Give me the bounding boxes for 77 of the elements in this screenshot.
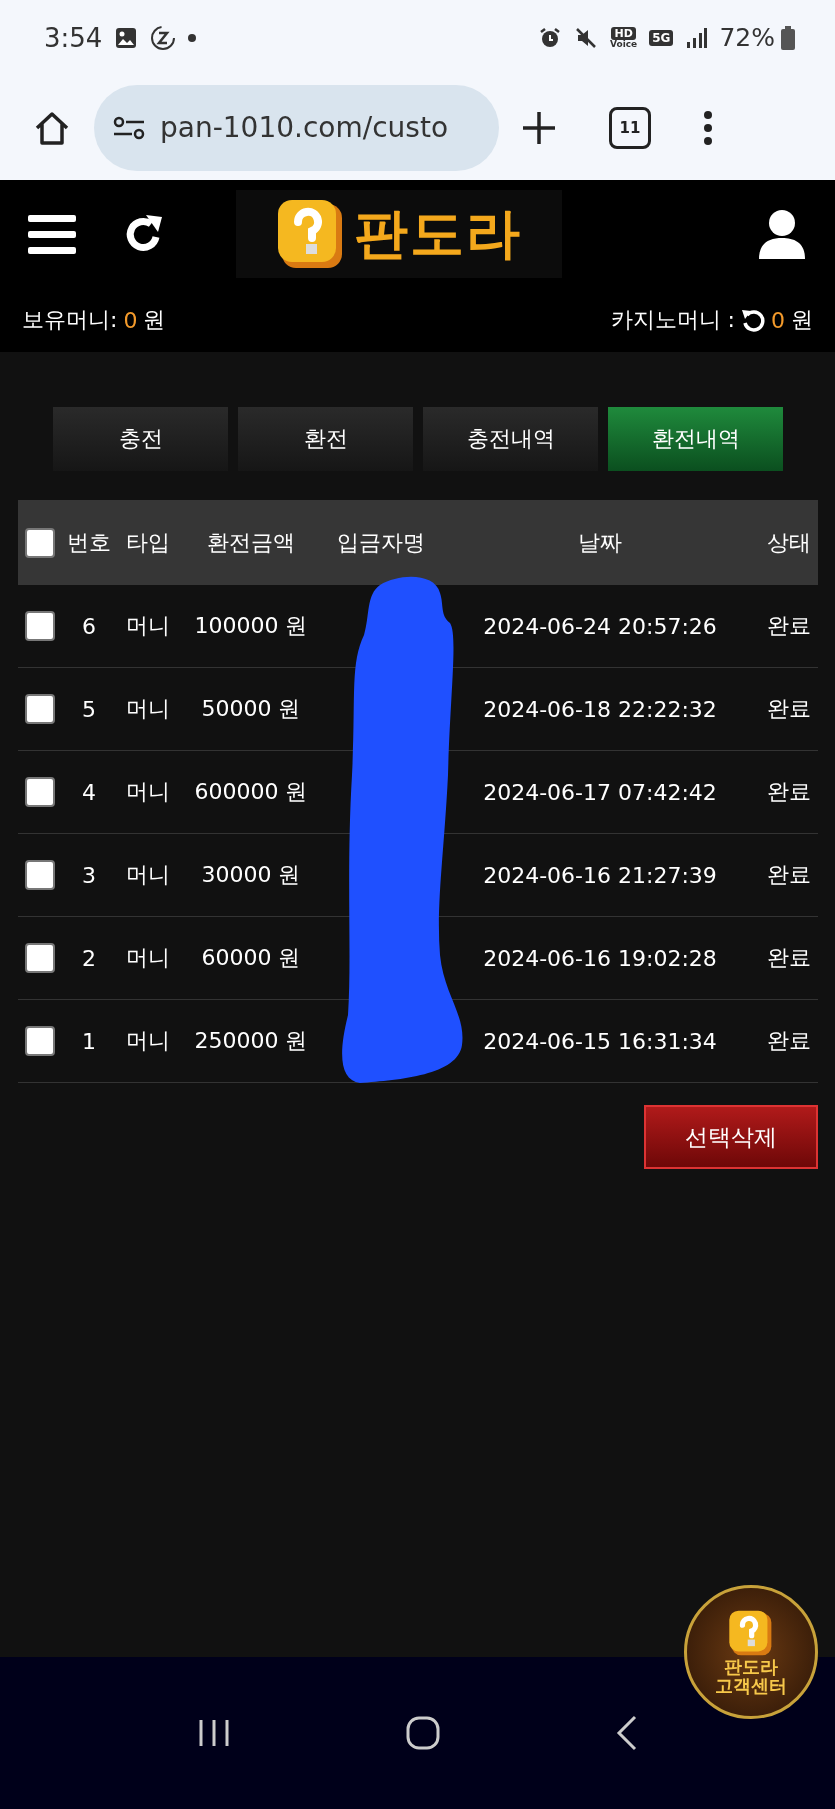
tab[interactable]: 충전 — [53, 407, 228, 471]
signal-icon — [685, 26, 708, 49]
column-header: 번호 — [67, 528, 111, 557]
row-checkbox[interactable] — [25, 860, 55, 890]
table-cell: 2024-06-17 07:42:42 — [483, 779, 717, 805]
table-cell: 2024-06-18 22:22:32 — [483, 696, 717, 722]
holding-money-label: 보유머니: — [22, 306, 118, 334]
z-icon — [150, 24, 177, 51]
column-header: 상태 — [767, 528, 811, 557]
table-cell-text: 완료 — [767, 612, 811, 640]
status-time: 3:54 — [44, 22, 103, 53]
table-cell: 2024-06-15 16:31:34 — [483, 1028, 717, 1054]
table-cell: 2024-06-24 20:57:26 — [483, 613, 717, 639]
delete-selected-button[interactable]: 선택삭제 — [644, 1105, 818, 1169]
row-checkbox[interactable] — [25, 611, 55, 641]
table-cell-text: 50000 원 — [201, 695, 301, 723]
network-type: 5G — [649, 29, 674, 46]
user-icon[interactable] — [757, 209, 807, 259]
tab[interactable]: 환전내역 — [608, 407, 783, 471]
table-cell-text: 60000 원 — [201, 944, 301, 972]
tab[interactable]: 충전내역 — [423, 407, 598, 471]
image-icon — [114, 25, 139, 50]
table-cell-text: 머니 — [126, 944, 170, 972]
table-cell-text: 머니 — [126, 778, 170, 806]
table-cell-text: 완료 — [767, 861, 811, 889]
table-cell: 2024-06-16 19:02:28 — [483, 945, 717, 971]
table-cell: 1 — [82, 1028, 96, 1054]
column-header: 타입 — [126, 528, 170, 557]
table-cell-text: 600000 원 — [194, 778, 308, 806]
row-checkbox[interactable] — [25, 943, 55, 973]
holding-money-value: 0 — [123, 307, 138, 333]
table-cell-text: 250000 원 — [194, 1027, 308, 1055]
column-header: 입금자명 — [337, 528, 425, 557]
refresh-icon[interactable] — [741, 308, 765, 332]
row-checkbox[interactable] — [25, 777, 55, 807]
column-header: 환전금액 — [207, 528, 295, 557]
table-cell-text: 머니 — [126, 612, 170, 640]
table-cell-text: 완료 — [767, 778, 811, 806]
logo[interactable]: 판도라 — [236, 190, 562, 278]
table-cell: 2 — [82, 945, 96, 971]
column-header: 날짜 — [578, 528, 622, 557]
battery-level: 72% — [719, 23, 775, 52]
table-cell: 5 — [82, 696, 96, 722]
currency-unit: 원 — [143, 306, 166, 334]
tab[interactable]: 환전 — [238, 407, 413, 471]
menu-icon[interactable] — [28, 214, 76, 254]
site-settings-icon[interactable] — [112, 114, 146, 141]
url-text: pan-1010.com/custo — [160, 111, 448, 144]
battery-icon — [781, 25, 795, 50]
table-cell-text: 완료 — [767, 944, 811, 972]
table-cell-text: 머니 — [126, 861, 170, 889]
row-checkbox[interactable] — [25, 1026, 55, 1056]
tab-count-button[interactable]: 11 — [609, 106, 651, 149]
logo-text: 판도라 — [354, 200, 522, 267]
recent-apps-button[interactable] — [197, 1718, 232, 1748]
row-checkbox[interactable] — [25, 694, 55, 724]
back-button[interactable] — [615, 1715, 638, 1751]
currency-unit: 원 — [791, 306, 813, 334]
casino-money-label: 카지노머니 : — [610, 306, 735, 334]
table-cell: 2024-06-16 21:27:39 — [483, 862, 717, 888]
new-tab-icon[interactable] — [521, 109, 557, 146]
home-button[interactable] — [405, 1715, 442, 1751]
table-cell-text: 30000 원 — [201, 861, 301, 889]
table-cell-text: 100000 원 — [194, 612, 308, 640]
dot-icon — [188, 33, 197, 42]
support-center-button[interactable]: 판도라 고객센터 — [684, 1585, 818, 1719]
table-cell-text: 머니 — [126, 695, 170, 723]
address-bar[interactable]: pan-1010.com/custo — [94, 84, 499, 171]
table-cell: 6 — [82, 613, 96, 639]
table-cell-text: 완료 — [767, 1027, 811, 1055]
select-all-checkbox[interactable] — [25, 527, 55, 558]
table-cell: 3 — [82, 862, 96, 888]
table-cell-text: 완료 — [767, 695, 811, 723]
table-cell: 4 — [82, 779, 96, 805]
more-menu-icon[interactable] — [703, 109, 713, 146]
casino-money-value: 0 — [771, 307, 785, 333]
table-cell-text: 머니 — [126, 1027, 170, 1055]
